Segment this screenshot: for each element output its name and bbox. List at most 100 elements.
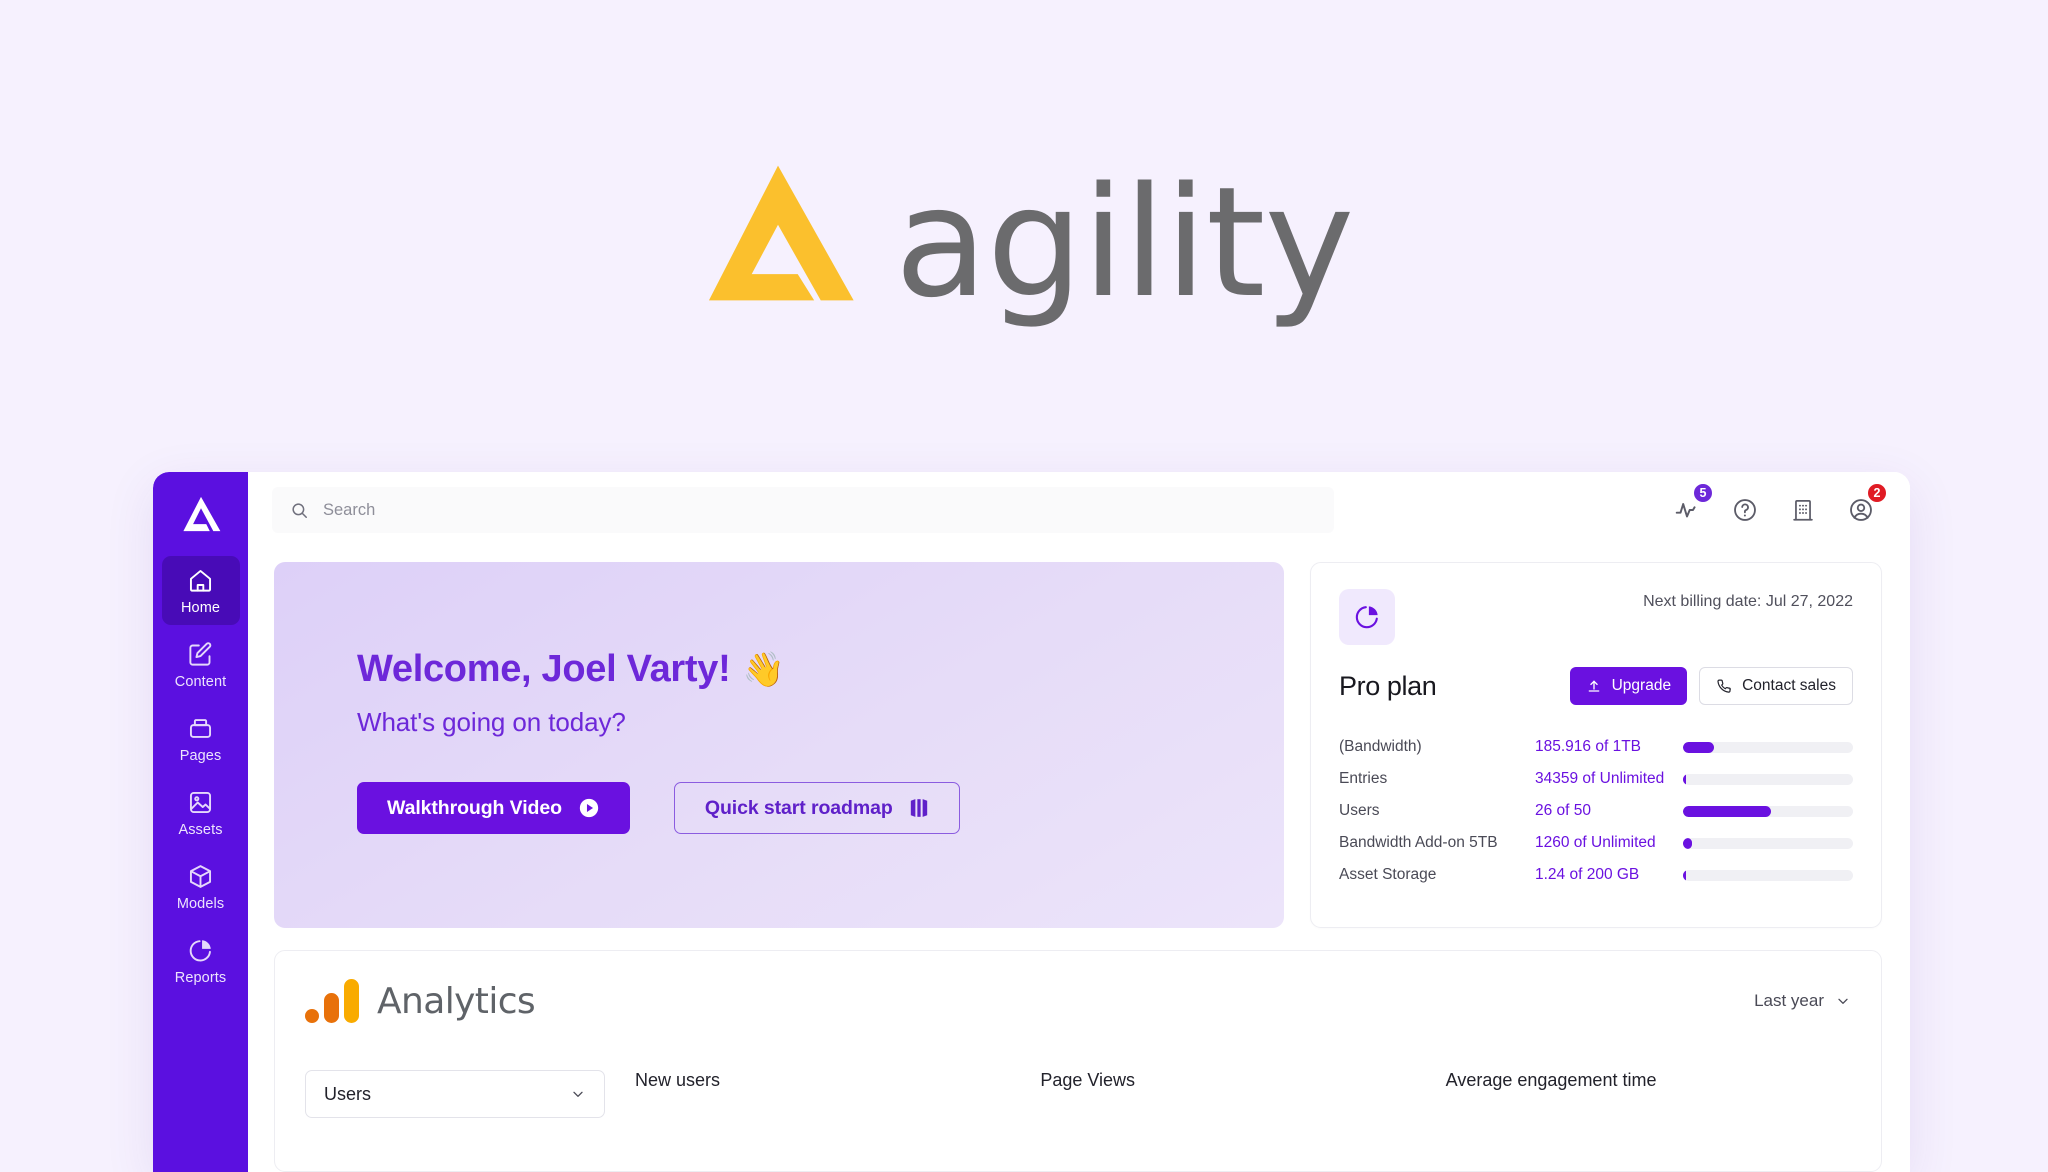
search-icon: [292, 502, 307, 518]
plan-card: Next billing date: Jul 27, 2022 Pro plan: [1310, 562, 1882, 928]
roadmap-bars-icon: [910, 799, 927, 817]
play-circle-icon: [579, 798, 599, 818]
sidebar-item-content[interactable]: Content: [162, 630, 240, 699]
analytics-metric-page-views: Page Views: [1040, 1070, 1445, 1118]
quick-start-roadmap-button[interactable]: Quick start roadmap: [673, 782, 960, 834]
usage-progress-track: [1683, 805, 1853, 817]
usage-value: 26 of 50: [1535, 802, 1592, 819]
hero-branding: agility: [0, 0, 2048, 465]
sidebar-item-label: Reports: [174, 970, 227, 986]
usage-label: Users: [1339, 802, 1380, 819]
walkthrough-video-label: Walkthrough Video: [387, 796, 562, 819]
usage-progress-track: [1683, 741, 1853, 753]
notifications-badge: 2: [1866, 482, 1888, 504]
usage-progress-fill: [1683, 741, 1714, 753]
welcome-card: Welcome, Joel Varty! 👋 What's going on t…: [274, 562, 1284, 928]
analytics-metric-new-users: New users: [635, 1070, 1040, 1118]
upgrade-label: Upgrade: [1611, 677, 1672, 694]
upload-icon: [1588, 680, 1599, 692]
usage-list: (Bandwidth) 185.916 of 1TB Entries 34359…: [1339, 731, 1853, 891]
analytics-metric-select-value: Users: [324, 1083, 372, 1104]
analytics-header: Analytics Last year: [305, 979, 1851, 1023]
top-bar: 5: [248, 472, 1910, 548]
usage-progress-track: [1683, 837, 1853, 849]
top-bar-icons: 5 2: [1672, 482, 1888, 525]
usage-row: Users 26 of 50: [1339, 795, 1853, 827]
next-billing-date: Next billing date: Jul 27, 2022: [1643, 593, 1853, 610]
sidebar-agility-logo-icon[interactable]: [179, 494, 223, 534]
sidebar-item-label: Content: [174, 674, 227, 690]
search-input[interactable]: [323, 500, 1316, 520]
welcome-heading-text: Welcome, Joel Varty!: [357, 648, 731, 690]
analytics-metric-label: Page Views: [1040, 1070, 1136, 1090]
sidebar-item-pages[interactable]: Pages: [162, 704, 240, 773]
help-circle-icon: [1734, 499, 1756, 521]
analytics-metric-label: Average engagement time: [1445, 1070, 1657, 1090]
analytics-logo-bar-short: [324, 993, 339, 1023]
contact-sales-label: Contact sales: [1742, 677, 1836, 694]
pages-icon: [189, 719, 212, 738]
usage-progress-fill: [1683, 773, 1687, 785]
plan-title: Pro plan: [1339, 670, 1437, 701]
image-icon: [189, 791, 212, 814]
sidebar-item-home[interactable]: Home: [161, 556, 240, 625]
building-icon: [1793, 500, 1813, 521]
usage-label: (Bandwidth): [1339, 738, 1422, 755]
usage-value: 185.916 of 1TB: [1535, 738, 1641, 755]
analytics-metric-select[interactable]: Users: [305, 1070, 605, 1118]
analytics-date-range-label: Last year: [1754, 991, 1824, 1010]
activity-badge: 5: [1692, 482, 1714, 504]
phone-icon: [1717, 679, 1731, 693]
main-area: 5: [248, 472, 1910, 1172]
wave-emoji-icon: 👋: [742, 650, 785, 689]
home-icon: [189, 569, 212, 592]
analytics-metrics-row: Users New users Page Views Average engag…: [305, 1070, 1851, 1118]
analytics-metric-label: New users: [635, 1070, 721, 1090]
walkthrough-video-button[interactable]: Walkthrough Video: [357, 782, 630, 834]
welcome-actions: Walkthrough Video Quick start roadmap: [357, 782, 1284, 834]
help-button[interactable]: [1730, 495, 1760, 525]
activity-pulse-button[interactable]: 5: [1672, 482, 1714, 525]
cube-icon: [189, 865, 212, 888]
usage-row: (Bandwidth) 185.916 of 1TB: [1339, 731, 1853, 763]
analytics-metric-users: Users: [305, 1070, 635, 1118]
analytics-date-range-selector[interactable]: Last year: [1754, 991, 1851, 1011]
usage-row: Asset Storage 1.24 of 200 GB: [1339, 859, 1853, 891]
plan-title-row: Pro plan Upgrade Contact sales: [1339, 667, 1853, 705]
analytics-card: Analytics Last year Users New users Page…: [274, 950, 1882, 1172]
organization-button[interactable]: [1788, 495, 1818, 525]
search-container[interactable]: [272, 487, 1334, 533]
sidebar-item-label: Pages: [179, 748, 222, 764]
welcome-heading: Welcome, Joel Varty! 👋: [357, 648, 1284, 691]
user-account-button[interactable]: 2: [1846, 482, 1888, 525]
analytics-logo-bar-tall: [344, 979, 359, 1023]
pie-chart-icon: [189, 940, 211, 962]
edit-square-icon: [189, 642, 212, 666]
plan-icon-tile: [1339, 589, 1395, 645]
sidebar-item-assets[interactable]: Assets: [162, 778, 240, 847]
google-analytics-icon: [305, 979, 359, 1023]
usage-progress-track: [1683, 773, 1853, 785]
agility-triangle-logo-icon: [708, 165, 854, 300]
usage-progress-fill: [1683, 837, 1692, 849]
plan-actions: Upgrade Contact sales: [1569, 667, 1853, 705]
analytics-logo-dot: [305, 1009, 319, 1023]
sidebar-item-models[interactable]: Models: [162, 852, 240, 921]
usage-row: Bandwidth Add-on 5TB 1260 of Unlimited: [1339, 827, 1853, 859]
sidebar-item-reports[interactable]: Reports: [162, 926, 240, 995]
content-area: Welcome, Joel Varty! 👋 What's going on t…: [248, 548, 1910, 1172]
welcome-subheading: What's going on today?: [357, 707, 626, 737]
usage-value: 1260 of Unlimited: [1535, 834, 1656, 851]
sidebar-item-label: Models: [176, 896, 225, 912]
contact-sales-button[interactable]: Contact sales: [1699, 667, 1853, 705]
upgrade-button[interactable]: Upgrade: [1569, 667, 1688, 705]
chevron-down-icon: [1838, 998, 1848, 1004]
usage-label: Entries: [1339, 770, 1388, 787]
app-window: Home Content Pages Assets Models Reports…: [153, 472, 1910, 1172]
sidebar-item-label: Home: [180, 600, 221, 616]
usage-value: 1.24 of 200 GB: [1535, 866, 1640, 883]
usage-row: Entries 34359 of Unlimited: [1339, 763, 1853, 795]
analytics-title: Analytics: [377, 980, 536, 1022]
top-cards-row: Welcome, Joel Varty! 👋 What's going on t…: [274, 562, 1882, 928]
usage-progress-fill: [1683, 805, 1772, 817]
